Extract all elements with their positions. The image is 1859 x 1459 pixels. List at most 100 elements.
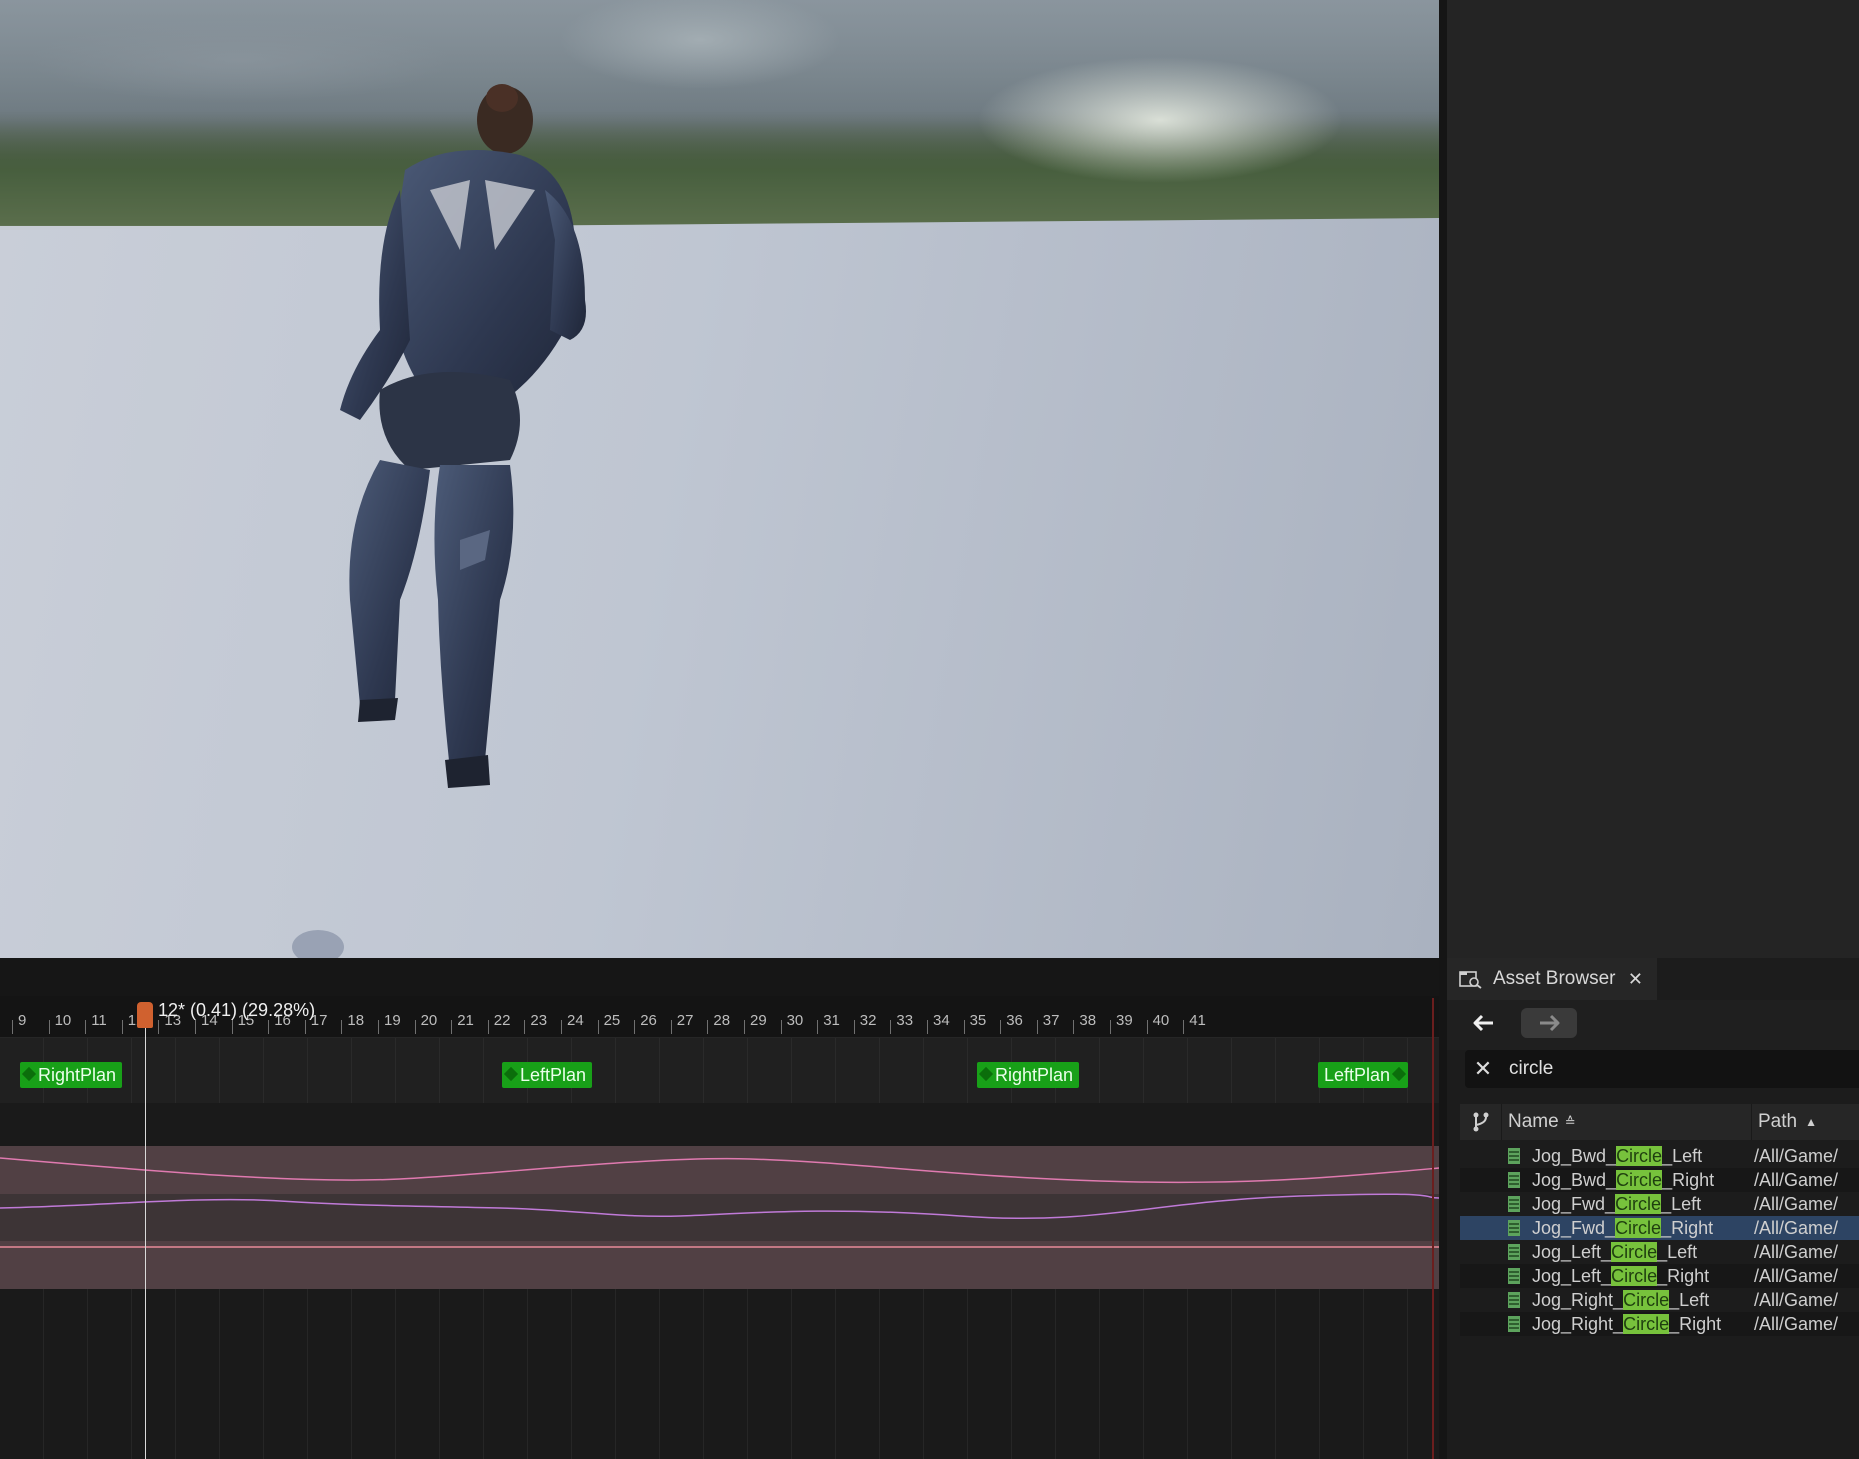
search-match-highlight: Circle [1623,1313,1670,1334]
ruler-tick [85,1020,87,1034]
asset-row[interactable]: Jog_Bwd_Circle_Right/All/Game/ [1460,1168,1859,1192]
sort-ascending-icon: ▲ [1805,1115,1817,1129]
notify-track[interactable]: RightPlan LeftPlan RightPlan LeftPlan [0,1038,1439,1103]
asset-row[interactable]: Jog_Left_Circle_Left/All/Game/ [1460,1240,1859,1264]
ruler-tick [1073,1020,1075,1034]
ruler-tick-label: 11 [91,1012,107,1029]
ruler-tick [12,1020,13,1034]
ruler-tick-label: 21 [457,1012,474,1029]
arrow-right-icon [1540,1014,1560,1032]
search-match-highlight: Circle [1623,1289,1670,1310]
ruler-tick [524,1020,526,1034]
ruler-tick-label: 27 [676,1012,694,1029]
asset-row[interactable]: Jog_Right_Circle_Right/All/Game/ [1460,1312,1859,1336]
ruler-tick-label: 38 [1079,1012,1097,1029]
animation-sequence-icon [1508,1316,1520,1332]
ruler-tick-label: 40 [1152,1012,1170,1029]
ruler-tick-label: 18 [347,1012,365,1029]
ruler-tick-label: 25 [603,1012,621,1029]
back-button[interactable] [1469,1008,1499,1038]
ruler-tick-label: 23 [530,1012,548,1029]
asset-row[interactable]: Jog_Bwd_Circle_Left/All/Game/ [1460,1144,1859,1168]
ruler-tick-label: 29 [750,1012,767,1029]
notify-right-plan-2[interactable]: RightPlan [977,1062,1080,1088]
ruler-tick [634,1020,636,1034]
end-frame-line [1432,998,1434,1459]
asset-row[interactable]: Jog_Fwd_Circle_Left/All/Game/ [1460,1192,1859,1216]
ruler-tick-label: 35 [969,1012,987,1029]
search-match-highlight: Circle [1616,1145,1663,1166]
ruler-tick [1036,1020,1038,1034]
arrow-left-icon [1473,1014,1493,1032]
ruler-tick-label: 33 [896,1012,914,1029]
forward-button[interactable] [1521,1008,1577,1038]
clear-search-icon[interactable]: ✕ [1465,1057,1501,1082]
ruler-tick-label: 34 [933,1012,950,1029]
ruler-tick [231,1020,233,1034]
animation-sequence-icon [1508,1244,1520,1260]
ruler-tick [1000,1020,1002,1034]
asset-path: /All/Game/ [1754,1289,1839,1310]
playhead-handle[interactable] [137,1002,153,1028]
background-scenery [0,0,1439,226]
curve-middle [0,1193,1439,1220]
asset-row[interactable]: Jog_Fwd_Circle_Right/All/Game/ [1460,1216,1859,1240]
ruler-tick [817,1020,819,1034]
playhead-label: 12* (0.41) (29.28%) [158,1000,316,1020]
ruler-tick [853,1020,855,1034]
name-column-header[interactable]: Name ≙ [1502,1104,1752,1140]
ruler-tick [1146,1020,1148,1034]
ruler-tick-label: 20 [420,1012,438,1029]
timeline-panel[interactable]: 9101112131415161718192021222324252627282… [0,958,1439,1459]
asset-name: Jog_Left_Circle_Left [1532,1241,1698,1262]
search-match-highlight: Circle [1611,1241,1658,1262]
ruler-tick [195,1020,196,1034]
notify-left-plan-2[interactable]: LeftPlan [1318,1062,1409,1088]
ruler-tick-label: 32 [859,1012,877,1029]
ruler-tick [707,1020,709,1034]
source-control-column[interactable] [1460,1104,1502,1140]
animation-sequence-icon [1508,1196,1520,1212]
character-shadow [292,930,344,958]
asset-row[interactable]: Jog_Left_Circle_Right/All/Game/ [1460,1264,1859,1288]
asset-row[interactable]: Jog_Right_Circle_Left/All/Game/ [1460,1288,1859,1312]
timeline-top-strip [0,958,1439,996]
ruler-tick-label: 26 [640,1012,657,1029]
notify-left-plan-1[interactable]: LeftPlan [502,1062,593,1088]
ruler-tick-label: 41 [1189,1012,1206,1029]
ruler-tick-label: 37 [1042,1012,1060,1029]
ruler-tick-label: 22 [493,1012,511,1029]
animation-sequence-icon [1508,1292,1520,1308]
search-box[interactable]: ✕ [1465,1050,1859,1088]
ruler-tick [378,1020,379,1034]
ruler-tick [451,1020,453,1034]
curve-lines [0,1157,1439,1248]
asset-path: /All/Game/ [1754,1241,1839,1262]
asset-browser-tab[interactable]: Asset Browser ✕ [1447,958,1657,1000]
sort-icon: ≙ [1564,1114,1576,1129]
path-column-header[interactable]: Path ▲ [1752,1104,1859,1140]
asset-browser-nav [1447,1000,1859,1050]
notify-right-plan-1[interactable]: RightPlan [20,1062,123,1088]
ruler-tick-label: 36 [1006,1012,1023,1029]
asset-browser-panel: Asset Browser ✕ ✕ circle Name ≙ Path ▲ J… [1447,958,1859,1459]
notify-label: RightPlan [38,1065,117,1085]
ruler-tick [341,1020,343,1034]
animation-sequence-icon [1508,1172,1520,1188]
ruler-tick [927,1020,928,1034]
ruler-tick [268,1020,270,1034]
curve-track[interactable] [0,1146,1439,1289]
ruler-tick [304,1020,306,1034]
search-match-highlight: Circle [1616,1169,1663,1190]
asset-path: /All/Game/ [1754,1193,1839,1214]
asset-browser-icon [1459,971,1482,989]
asset-path: /All/Game/ [1754,1217,1839,1238]
ruler-tick [487,1020,489,1034]
branch-icon [1473,1112,1488,1132]
search-input[interactable] [1509,1058,1849,1080]
preview-viewport[interactable] [0,0,1439,958]
close-tab-icon[interactable]: ✕ [1628,969,1643,990]
asset-path: /All/Game/ [1754,1169,1839,1190]
ruler-tick [963,1020,965,1034]
asset-browser-title: Asset Browser [1493,968,1616,989]
